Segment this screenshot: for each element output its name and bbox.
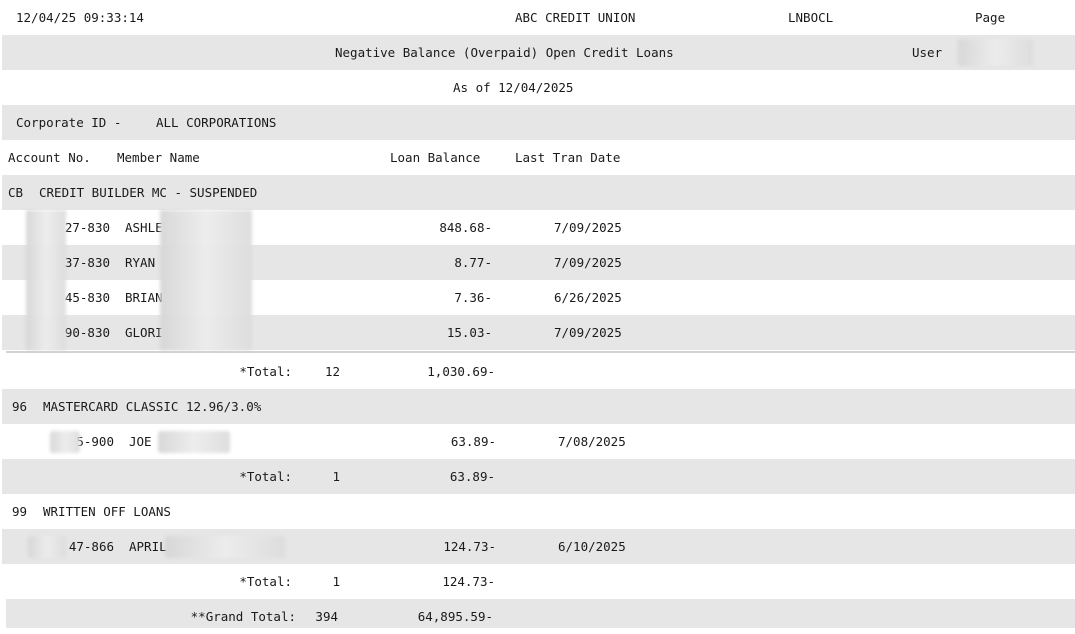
section-code: CB (8, 185, 24, 200)
member-name: GLORI (125, 325, 163, 340)
total-label: *Total: (239, 574, 292, 589)
institution-name: ABC CREDIT UNION (515, 10, 636, 25)
grand-total-label: **Grand Total: (190, 609, 296, 624)
total-count: 12 (324, 364, 340, 379)
as-of-row: As of 12/04/2025 (2, 70, 1075, 105)
account-redaction (50, 431, 80, 453)
report-title-row: Negative Balance (Overpaid) Open Credit … (2, 35, 1075, 70)
loan-balance: 7.36- (454, 290, 492, 305)
report-title: Negative Balance (Overpaid) Open Credit … (335, 45, 674, 60)
last-tran-date: 7/08/2025 (558, 434, 626, 449)
loan-balance: 848.68- (439, 220, 492, 235)
loan-balance: 15.03- (446, 325, 492, 340)
section-header-99: 99 WRITTEN OFF LOANS (2, 494, 1075, 529)
section-name: WRITTEN OFF LOANS (43, 504, 171, 519)
last-tran-date: 6/10/2025 (558, 539, 626, 554)
corporate-id-row: Corporate ID - ALL CORPORATIONS (2, 105, 1075, 140)
account-redaction (26, 210, 66, 350)
name-redaction (165, 536, 285, 558)
column-header-row: Account No. Member Name Loan Balance Las… (2, 140, 1075, 175)
member-name: RYAN (125, 255, 156, 270)
grand-total-count: 394 (315, 609, 338, 624)
column-header-member-name: Member Name (117, 150, 200, 165)
total-count: 1 (332, 469, 340, 484)
member-name: JOE (129, 434, 152, 449)
section-code: 96 (12, 399, 28, 414)
as-of-date: As of 12/04/2025 (453, 80, 574, 95)
loan-balance: 124.73- (443, 539, 496, 554)
column-header-loan-balance: Loan Balance (390, 150, 481, 165)
section-header-cb: CB CREDIT BUILDER MC - SUSPENDED (2, 175, 1075, 210)
section-header-96: 96 MASTERCARD CLASSIC 12.96/3.0% (2, 389, 1075, 424)
column-header-last-tran-date: Last Tran Date (515, 150, 621, 165)
report-header-row: 12/04/25 09:33:14 ABC CREDIT UNION LNBOC… (2, 0, 1075, 35)
section-total-row: *Total: 12 1,030.69- (2, 354, 1075, 389)
name-redaction (158, 431, 230, 453)
page-label: Page (975, 10, 1006, 25)
total-count: 1 (332, 574, 340, 589)
name-redaction (160, 210, 252, 350)
section-total-row: *Total: 1 63.89- (2, 459, 1075, 494)
total-balance: 124.73- (442, 574, 495, 589)
report-page: 12/04/25 09:33:14 ABC CREDIT UNION LNBOC… (0, 0, 1075, 628)
total-label: *Total: (239, 364, 292, 379)
corporate-id-label: Corporate ID - (16, 115, 122, 130)
section-code: 99 (12, 504, 28, 519)
table-row: 47-866 APRIL 124.73- 6/10/2025 (2, 529, 1075, 564)
report-code: LNBOCL (788, 10, 834, 25)
account-redaction (28, 536, 66, 558)
member-name: APRIL (129, 539, 167, 554)
grand-total-balance: 64,895.59- (417, 609, 493, 624)
user-label: User (912, 45, 943, 60)
report-datetime: 12/04/25 09:33:14 (16, 10, 144, 25)
member-name: ASHLE (125, 220, 163, 235)
member-name: BRIAN (125, 290, 163, 305)
section-total-row: *Total: 1 124.73- (2, 564, 1075, 599)
loan-balance: 8.77- (454, 255, 492, 270)
last-tran-date: 7/09/2025 (554, 325, 622, 340)
last-tran-date: 6/26/2025 (554, 290, 622, 305)
corporate-id-value: ALL CORPORATIONS (156, 115, 277, 130)
user-redaction (958, 39, 1033, 66)
loan-balance: 63.89- (450, 434, 496, 449)
total-label: *Total: (239, 469, 292, 484)
last-tran-date: 7/09/2025 (554, 255, 622, 270)
total-balance: 63.89- (449, 469, 495, 484)
grand-total-row: **Grand Total: 394 64,895.59- (6, 599, 1075, 628)
section-name: CREDIT BUILDER MC - SUSPENDED (39, 185, 258, 200)
column-header-account-no: Account No. (8, 150, 91, 165)
section-divider (6, 351, 1075, 353)
section-name: MASTERCARD CLASSIC 12.96/3.0% (43, 399, 262, 414)
last-tran-date: 7/09/2025 (554, 220, 622, 235)
total-balance: 1,030.69- (427, 364, 495, 379)
